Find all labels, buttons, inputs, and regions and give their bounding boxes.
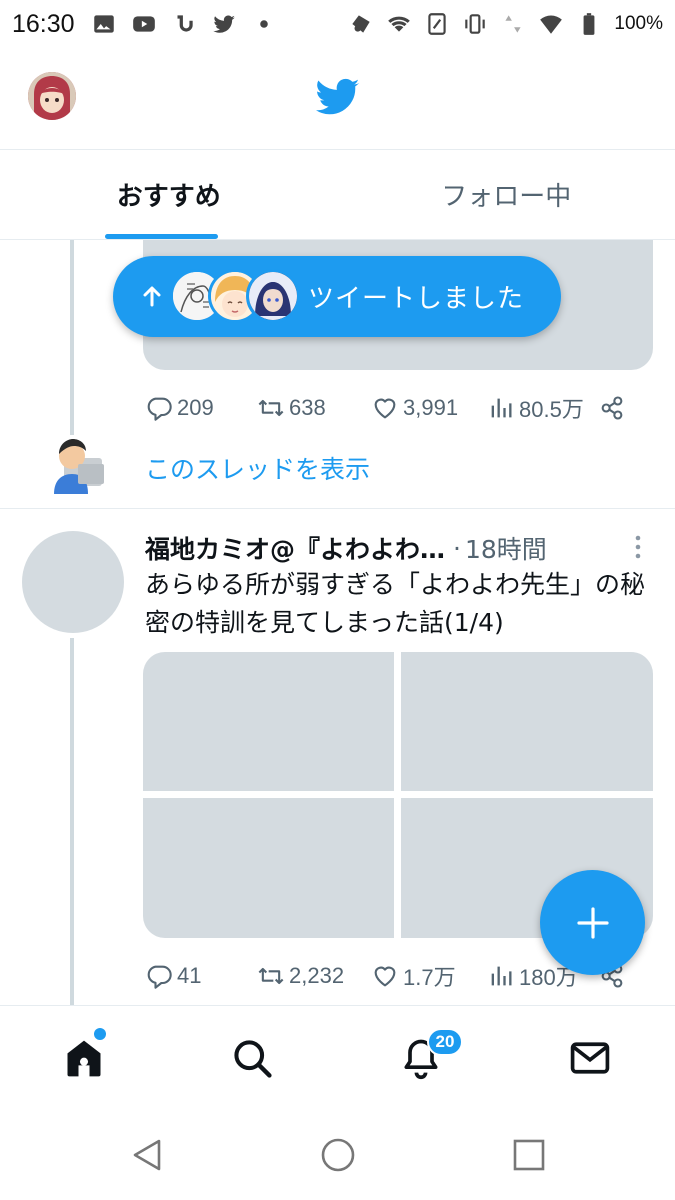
tab-recommended[interactable]: おすすめ [0,150,338,239]
plus-icon [576,906,609,939]
new-tweets-label: ツイートしました [308,284,525,314]
author-avatar[interactable] [22,531,124,633]
more-options-icon[interactable] [628,532,648,562]
home-unread-dot [94,1028,106,1040]
reply-icon [147,965,172,989]
retweet-button[interactable]: 2,232 [257,962,344,990]
tweet-time: 18時間 [464,535,547,564]
author-name[interactable]: 福地カミオ@『よわよわ… [145,530,445,566]
tweet-divider [0,508,675,509]
vibrate-icon [465,14,486,34]
signal-icon [540,15,563,34]
app-icon [177,15,193,32]
views-icon [491,966,512,986]
status-bar: 16:30 100% [0,0,675,48]
tab-indicator [105,234,218,239]
tab-recommended-label: おすすめ [116,182,221,212]
recent-apps-icon[interactable] [511,1137,547,1173]
retweet-count: 2,232 [289,963,345,988]
home-button-icon[interactable] [320,1137,356,1173]
data-icon [505,15,521,33]
media-image[interactable] [143,652,394,791]
status-left-icons [91,11,277,37]
new-tweets-pill[interactable]: ツイートしました [113,256,561,337]
status-time: 16:30 [12,9,75,38]
like-count: 3,991 [403,395,459,420]
reply-count: 209 [177,395,214,420]
arrow-up-icon [143,286,161,307]
reply-button[interactable]: 41 [145,962,201,990]
top-app-bar [0,48,675,150]
tweet-actions: 209 638 3,991 80.5万 [145,388,645,428]
thread-line [70,638,74,1005]
views-button[interactable]: 80.5万 [487,392,584,424]
like-button[interactable]: 1.7万 [371,960,456,992]
tweet-header: 福地カミオ@『よわよわ… · 18時間 [145,530,615,566]
avatar-image [28,72,76,120]
messages-icon[interactable] [568,1036,612,1080]
avatar [246,269,300,323]
notification-badge: 20 [427,1028,463,1056]
views-icon [491,398,512,418]
share-icon [601,396,623,420]
search-icon[interactable] [230,1036,274,1080]
pill-avatars [170,269,300,323]
tab-following-label: フォロー中 [441,182,572,212]
media-image[interactable] [401,652,653,791]
view-count: 80.5万 [519,397,584,422]
avatar[interactable] [28,72,76,120]
thread-line [70,240,74,435]
home-icon[interactable] [62,1036,106,1080]
separator-dot: · [453,533,461,563]
image-icon [93,15,114,33]
tab-following[interactable]: フォロー中 [338,150,675,239]
heart-icon [374,398,396,419]
compose-tweet-button[interactable] [540,870,645,975]
media-image[interactable] [143,798,394,938]
like-count: 1.7万 [403,965,456,990]
share-button[interactable] [598,394,626,422]
reply-icon [147,397,172,421]
reply-count: 41 [177,963,202,988]
retweet-icon [258,967,284,985]
timeline-tabs: おすすめ フォロー中 [0,150,675,240]
status-right-icons: 100% [348,11,663,37]
app-icon [352,15,371,33]
bottom-nav: 20 [0,1005,675,1110]
dot-icon [259,20,268,28]
tweet-text: あらゆる所が弱すぎる「よわよわ先生」の秘密の特訓を見てしまった話(1/4) [145,570,646,637]
battery-percent: 100% [614,13,663,34]
retweet-button[interactable]: 638 [257,394,326,422]
show-thread-link[interactable]: このスレッドを表示 [145,450,370,486]
like-button[interactable]: 3,991 [371,394,458,422]
back-icon[interactable] [129,1137,165,1173]
twitter-bird-icon[interactable] [316,78,360,116]
heart-icon [374,966,396,987]
retweet-count: 638 [289,395,326,420]
twitter-icon [212,15,235,33]
retweet-icon [258,399,284,417]
thread-avatar[interactable] [44,436,104,494]
reply-button[interactable]: 209 [145,394,214,422]
youtube-icon [132,16,155,32]
system-nav-bar [0,1110,675,1200]
wifi-icon [388,16,411,32]
nfc-icon [428,13,447,35]
battery-icon [583,13,595,35]
